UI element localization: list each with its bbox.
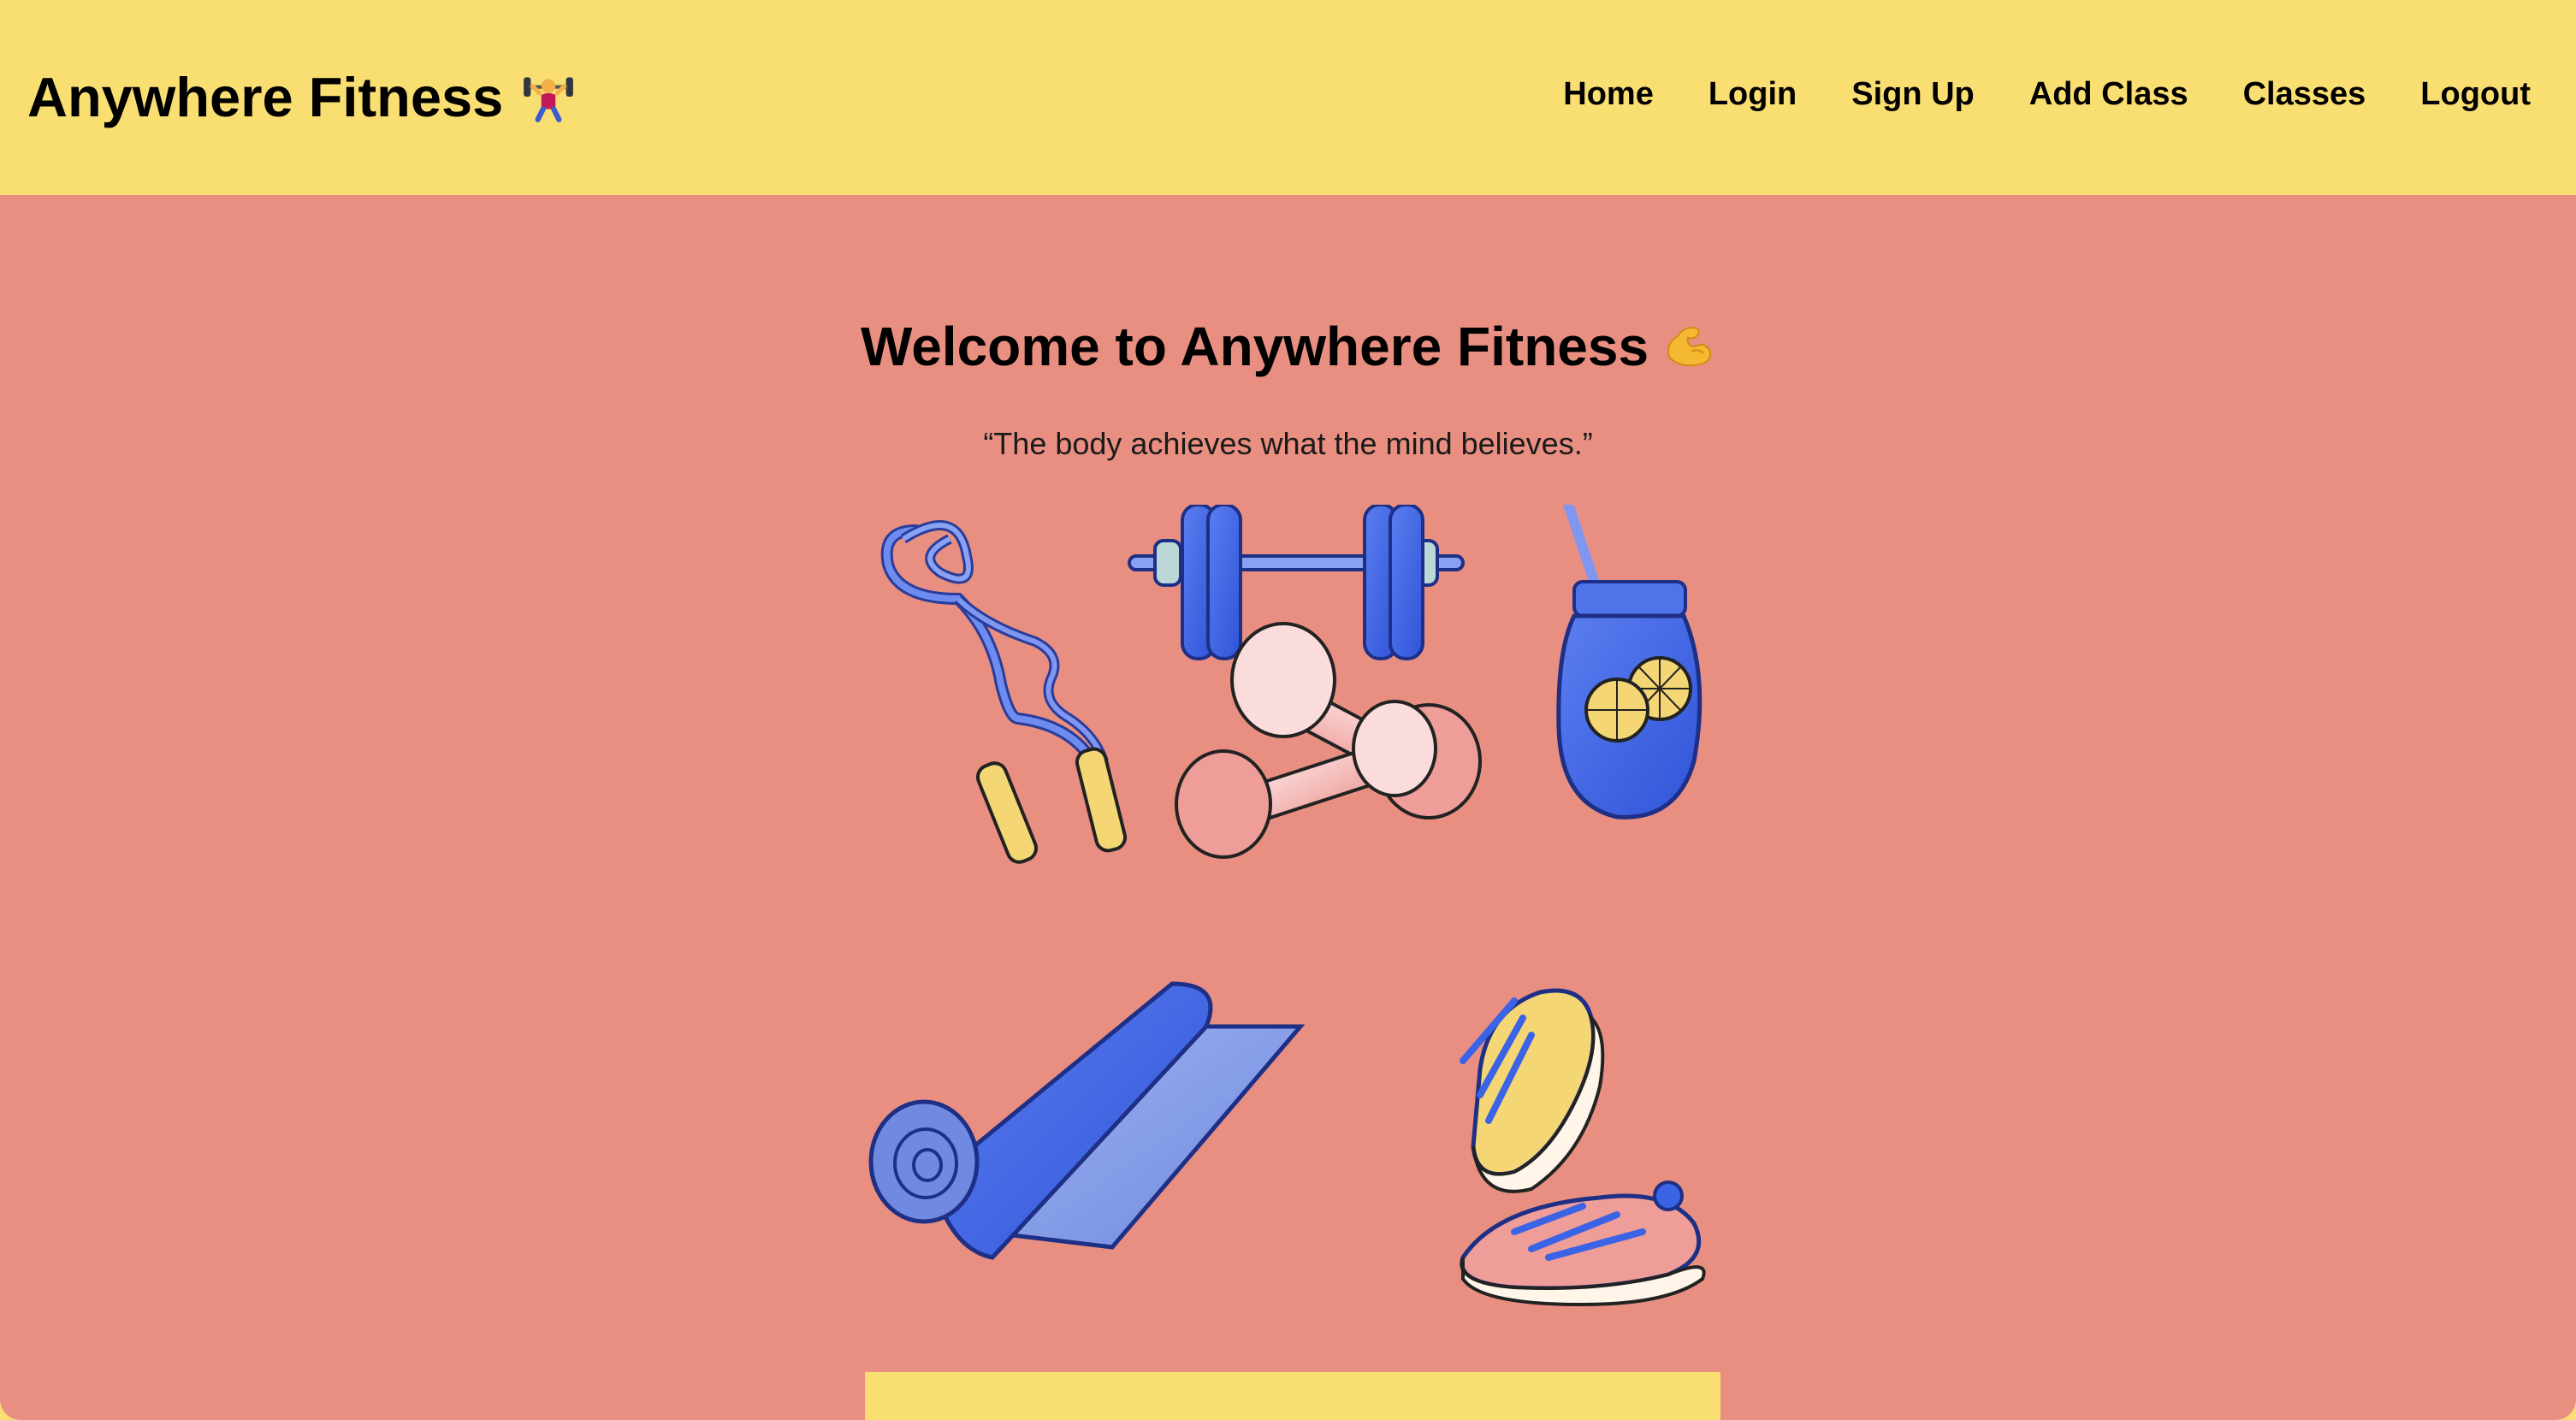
nav-signup-link[interactable]: Sign Up bbox=[1851, 76, 1975, 113]
bottom-card bbox=[865, 1372, 1720, 1420]
nav-login-link[interactable]: Login bbox=[1708, 76, 1797, 113]
page: Anywhere Fitness Home Login Sign Up Add … bbox=[0, 0, 2576, 1420]
main-nav: Home Login Sign Up Add Class Classes Log… bbox=[1508, 68, 2531, 120]
jump-rope-icon bbox=[880, 520, 1128, 864]
water-bottle-icon bbox=[1556, 505, 1703, 819]
yoga-mat-icon bbox=[868, 981, 1306, 1260]
page-title-text: Welcome to Anywhere Fitness bbox=[860, 316, 1649, 377]
nav-classes-link[interactable]: Classes bbox=[2243, 76, 2366, 113]
sneakers-icon bbox=[1460, 988, 1706, 1307]
page-title: Welcome to Anywhere Fitness bbox=[0, 315, 2576, 378]
weightlifter-icon bbox=[524, 77, 574, 122]
brand-title: Anywhere Fitness bbox=[27, 65, 504, 128]
nav-add-class-link[interactable]: Add Class bbox=[2029, 76, 2188, 113]
nav-home-link[interactable]: Home bbox=[1563, 76, 1654, 113]
flexed-biceps-icon bbox=[1667, 326, 1712, 367]
nav-logout-link[interactable]: Logout bbox=[2420, 76, 2531, 113]
fitness-equipment-illustration bbox=[868, 505, 1706, 1307]
hero-section: Welcome to Anywhere Fitness “The body ac… bbox=[0, 195, 2576, 1420]
motivational-quote: “The body achieves what the mind believe… bbox=[983, 426, 1593, 461]
top-navbar: Anywhere Fitness Home Login Sign Up Add … bbox=[0, 0, 2576, 195]
brand-logo[interactable]: Anywhere Fitness bbox=[27, 50, 577, 144]
